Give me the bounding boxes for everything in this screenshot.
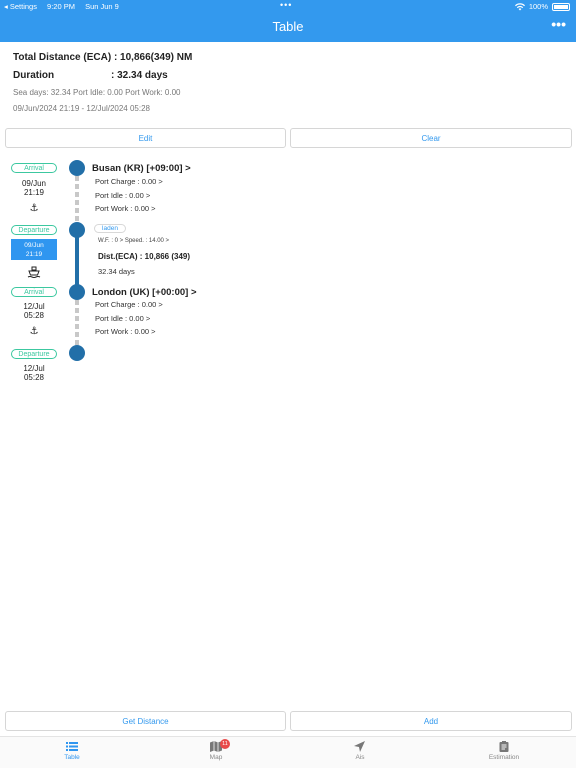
port-charge[interactable]: Port Charge : 0.00 > [95, 300, 163, 309]
arrival-badge: Arrival [11, 163, 57, 173]
clear-button[interactable]: Clear [290, 128, 572, 148]
total-distance: Total Distance (ECA) : 10,866(349) NM [13, 52, 193, 63]
navigation-bar: ◂ Settings 9:20 PM Sun Jun 9 ••• 100% Ta… [0, 0, 576, 42]
duration-value: : 32.34 days [111, 70, 168, 81]
arrival-datetime[interactable]: 09/Jun 21:19 [11, 179, 57, 197]
tab-bar: Table 11 Map Ais Estimation [0, 736, 576, 768]
multitasking-dots[interactable]: ••• [280, 0, 292, 10]
page-title: Table [272, 19, 304, 34]
port-marker[interactable] [69, 160, 85, 176]
status-time: 9:20 PM [47, 2, 75, 11]
leg-days: 32.34 days [98, 267, 135, 276]
port-idle[interactable]: Port Idle : 0.00 > [95, 314, 150, 323]
date-range: 09/Jun/2024 21:19 - 12/Jul/2024 05:28 [13, 104, 150, 113]
tab-ais[interactable]: Ais [330, 741, 390, 761]
arrival-badge: Arrival [11, 287, 57, 297]
port-stay-connector [75, 300, 79, 348]
port-work[interactable]: Port Work : 0.00 > [95, 327, 156, 336]
departure-time: 21:19 [25, 251, 43, 258]
map-notification-badge: 11 [220, 739, 230, 749]
wf-speed[interactable]: W.F. : 0 > Speed. : 14.00 > [98, 238, 169, 244]
navigation-arrow-icon [354, 741, 365, 752]
port-idle[interactable]: Port Idle : 0.00 > [95, 191, 150, 200]
departure-time: 05:28 [23, 373, 45, 382]
tab-label: Map [209, 754, 223, 761]
port-marker[interactable] [69, 284, 85, 300]
wifi-icon [514, 2, 525, 10]
duration-label: Duration [13, 70, 55, 81]
departure-badge: Departure [11, 349, 57, 359]
status-date: Sun Jun 9 [85, 2, 119, 11]
port-name-london[interactable]: London (UK) [+00:00] > [92, 287, 197, 298]
laden-chip[interactable]: laden [94, 224, 126, 233]
departure-marker[interactable] [69, 222, 85, 238]
edit-button[interactable]: Edit [5, 128, 286, 148]
arrival-date: 09/Jun [21, 179, 47, 188]
get-distance-button[interactable]: Get Distance [5, 711, 286, 731]
list-icon [66, 742, 78, 751]
clipboard-icon [499, 741, 509, 752]
tab-estimation[interactable]: Estimation [474, 741, 534, 761]
departure-marker[interactable] [69, 345, 85, 361]
leg-distance: Dist.(ECA) : 10,866 (349) [98, 252, 191, 261]
anchor-icon: ⚓ [29, 326, 39, 337]
days-breakdown: Sea days: 32.34 Port Idle: 0.00 Port Wor… [13, 88, 181, 97]
departure-badge: Departure [11, 225, 57, 235]
more-options-icon[interactable]: ••• [551, 17, 566, 31]
battery-percent: 100% [528, 2, 548, 11]
tab-label: Table [64, 754, 80, 761]
anchor-icon: ⚓ [29, 203, 39, 214]
tab-label: Estimation [488, 754, 520, 761]
status-bar: ◂ Settings 9:20 PM Sun Jun 9 ••• 100% [0, 0, 576, 12]
back-to-settings-link[interactable]: ◂ Settings [4, 2, 37, 11]
departure-datetime[interactable]: 12/Jul 05:28 [11, 364, 57, 382]
port-name-busan[interactable]: Busan (KR) [+09:00] > [92, 163, 191, 174]
ship-icon [27, 266, 41, 278]
battery-icon [552, 2, 570, 11]
departure-datetime-selected[interactable]: 09/Jun 21:19 [11, 239, 57, 260]
port-charge[interactable]: Port Charge : 0.00 > [95, 177, 163, 186]
tab-table[interactable]: Table [42, 741, 102, 761]
departure-date: 12/Jul [23, 364, 45, 373]
arrival-time: 21:19 [23, 188, 45, 197]
sea-leg-line [75, 236, 79, 286]
arrival-date: 12/Jul [23, 302, 45, 311]
arrival-datetime[interactable]: 12/Jul 05:28 [11, 302, 57, 320]
arrival-time: 05:28 [23, 311, 45, 320]
port-stay-connector [75, 176, 79, 224]
tab-label: Ais [355, 754, 365, 761]
tab-map[interactable]: 11 Map [186, 739, 246, 761]
add-button[interactable]: Add [290, 711, 572, 731]
departure-date: 09/Jun [24, 242, 44, 249]
port-work[interactable]: Port Work : 0.00 > [95, 204, 156, 213]
